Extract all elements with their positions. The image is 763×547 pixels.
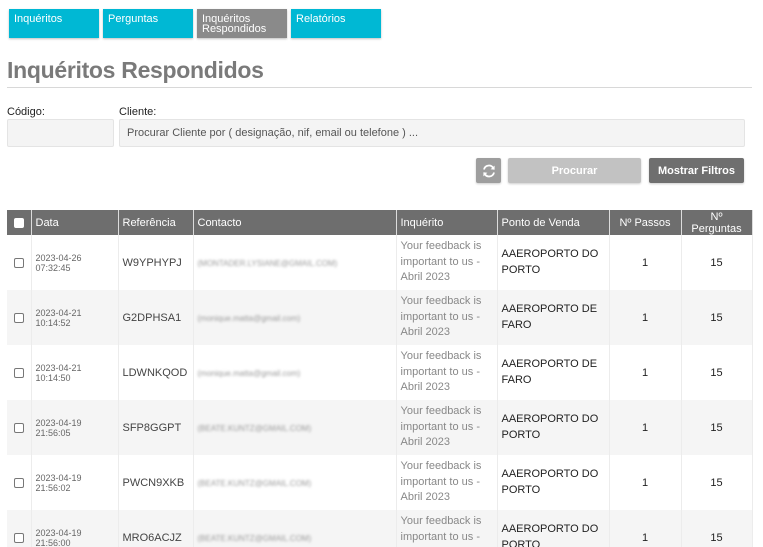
cell-steps: 1 [609,400,682,455]
cell-questions: 15 [681,235,753,290]
cell-reference: PWCN9XKB [118,455,194,510]
cell-reference: LDWNKQOD [118,345,194,400]
page-title: Inquéritos Respondidos [7,57,264,83]
cell-questions: 15 [681,510,753,547]
cell-contact: (BEATE.KUNTZ@GMAIL.COM) [193,400,397,455]
cell-contact: (BEATE.KUNTZ@GMAIL.COM) [193,455,397,510]
cell-inquiry: Your feedback is important to us - Abril… [396,235,498,290]
tab-relatorios[interactable]: Relatórios [291,9,381,38]
cell-point-of-sale: AAEROPORTO DO PORTO [497,455,610,510]
cell-point-of-sale: AAEROPORTO DE FARO [497,290,610,345]
table-header-row: Data Referência Contacto Inquérito Ponto… [7,210,753,235]
table-row[interactable]: 2023-04-21 10:14:50 LDWNKQOD (monique.ma… [7,345,753,400]
cell-date: 2023-04-19 21:56:00 [31,510,119,547]
row-checkbox[interactable] [13,422,24,433]
cell-questions: 15 [681,290,753,345]
cell-contact: (MONTADER.LYSIANE@GMAIL.COM) [193,235,397,290]
cell-date: 2023-04-19 21:56:02 [31,455,119,510]
refresh-icon [482,164,495,177]
row-checkbox[interactable] [13,477,24,488]
cell-point-of-sale: AAEROPORTO DE FARO [497,345,610,400]
cell-contact: (BEATE.KUNTZ@GMAIL.COM) [193,510,397,547]
col-n-passos[interactable]: Nº Passos [609,210,682,235]
row-select-cell [7,400,32,455]
show-filters-button[interactable]: Mostrar Filtros [649,158,744,183]
cell-inquiry: Your feedback is important to us - Abril… [396,455,498,510]
cell-point-of-sale: AAEROPORTO DO PORTO [497,510,610,547]
cell-reference: SFP8GGPT [118,400,194,455]
contact-email: (BEATE.KUNTZ@GMAIL.COM) [197,533,312,543]
cell-reference: W9YPHYPJ [118,235,194,290]
row-select-cell [7,235,32,290]
row-select-cell [7,455,32,510]
table-row[interactable]: 2023-04-19 21:56:02 PWCN9XKB (BEATE.KUNT… [7,455,753,510]
cell-date: 2023-04-21 10:14:52 [31,290,119,345]
cell-inquiry: Your feedback is important to us - Abril… [396,510,498,547]
col-data[interactable]: Data [31,210,119,235]
row-checkbox[interactable] [13,257,24,268]
row-checkbox[interactable] [13,367,24,378]
cell-point-of-sale: AAEROPORTO DO PORTO [497,400,610,455]
table-row[interactable]: 2023-04-19 21:56:00 MRO6ACJZ (BEATE.KUNT… [7,510,753,547]
cell-point-of-sale: AAEROPORTO DO PORTO [497,235,610,290]
cell-questions: 15 [681,400,753,455]
row-select-cell [7,510,32,547]
col-n-perguntas[interactable]: Nº Perguntas [681,210,753,235]
cell-steps: 1 [609,345,682,400]
select-all-checkbox[interactable] [13,217,24,228]
answered-surveys-table: Data Referência Contacto Inquérito Ponto… [7,210,753,547]
cell-date: 2023-04-26 07:32:45 [31,235,119,290]
cell-reference: G2DPHSA1 [118,290,194,345]
top-tabs: Inquéritos Perguntas Inquéritos Respondi… [9,9,381,38]
cell-steps: 1 [609,455,682,510]
row-select-cell [7,345,32,400]
cell-inquiry: Your feedback is important to us - Abril… [396,400,498,455]
cell-date: 2023-04-19 21:56:05 [31,400,119,455]
contact-email: (BEATE.KUNTZ@GMAIL.COM) [197,423,312,433]
table-row[interactable]: 2023-04-26 07:32:45 W9YPHYPJ (MONTADER.L… [7,235,753,290]
code-input[interactable] [7,119,114,147]
cell-reference: MRO6ACJZ [118,510,194,547]
col-ponto-de-venda[interactable]: Ponto de Venda [497,210,610,235]
contact-email: (monique.matta@gmail.com) [197,368,301,378]
col-referencia[interactable]: Referência [118,210,194,235]
tab-inqueritos[interactable]: Inquéritos [9,9,99,38]
select-all-cell [7,210,32,235]
refresh-button[interactable] [476,158,501,183]
table-row[interactable]: 2023-04-21 10:14:52 G2DPHSA1 (monique.ma… [7,290,753,345]
client-search-input[interactable] [119,119,745,147]
row-checkbox[interactable] [13,532,24,543]
cell-steps: 1 [609,290,682,345]
cell-date: 2023-04-21 10:14:50 [31,345,119,400]
col-contacto[interactable]: Contacto [193,210,397,235]
cell-contact: (monique.matta@gmail.com) [193,290,397,345]
client-label: Cliente: [119,106,157,118]
contact-email: (monique.matta@gmail.com) [197,313,301,323]
cell-steps: 1 [609,510,682,547]
tab-perguntas[interactable]: Perguntas [103,9,193,38]
search-button[interactable]: Procurar [508,158,641,183]
contact-email: (BEATE.KUNTZ@GMAIL.COM) [197,478,312,488]
cell-questions: 15 [681,455,753,510]
row-select-cell [7,290,32,345]
tab-inqueritos-respondidos[interactable]: Inquéritos Respondidos [197,9,287,38]
row-checkbox[interactable] [13,312,24,323]
code-label: Código: [7,106,45,118]
cell-contact: (monique.matta@gmail.com) [193,345,397,400]
contact-email: (MONTADER.LYSIANE@GMAIL.COM) [197,258,338,268]
cell-questions: 15 [681,345,753,400]
col-inquerito[interactable]: Inquérito [396,210,498,235]
title-divider [7,87,752,88]
cell-inquiry: Your feedback is important to us - Abril… [396,345,498,400]
cell-steps: 1 [609,235,682,290]
cell-inquiry: Your feedback is important to us - Abril… [396,290,498,345]
table-row[interactable]: 2023-04-19 21:56:05 SFP8GGPT (BEATE.KUNT… [7,400,753,455]
